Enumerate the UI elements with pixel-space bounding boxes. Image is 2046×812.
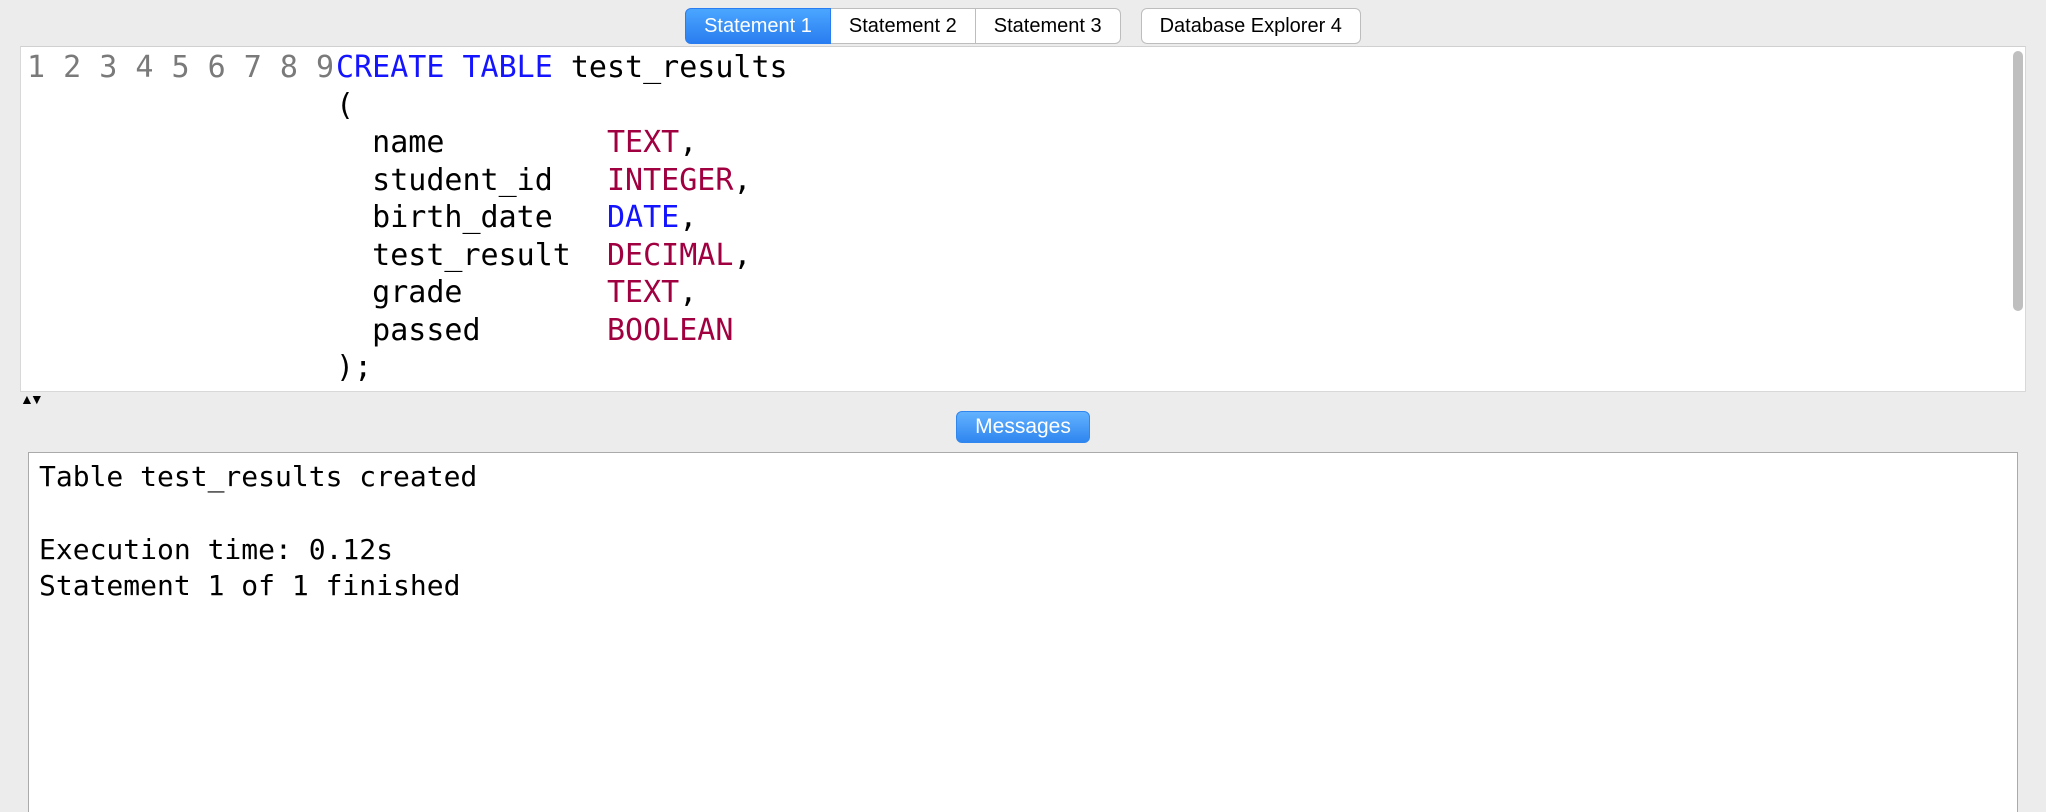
statement-tab-group: Statement 1 Statement 2 Statement 3 Data… — [685, 8, 1361, 44]
text-token: test_result — [336, 238, 607, 273]
app-root: Statement 1 Statement 2 Statement 3 Data… — [0, 0, 2046, 812]
keyword-token: DATE — [607, 200, 679, 235]
code-line: passed BOOLEAN — [336, 312, 2011, 350]
text-token: , — [733, 238, 751, 273]
code-line: grade TEXT, — [336, 274, 2011, 312]
tab-statement-1[interactable]: Statement 1 — [685, 8, 831, 44]
text-token: , — [679, 200, 697, 235]
text-token: , — [679, 275, 697, 310]
keyword-token: CREATE TABLE — [336, 50, 553, 85]
sql-code-area[interactable]: CREATE TABLE test_results( name TEXT, st… — [336, 47, 2011, 391]
type-token: INTEGER — [607, 163, 733, 198]
code-line: test_result DECIMAL, — [336, 237, 2011, 275]
editor-scrollbar[interactable] — [2011, 47, 2025, 391]
text-token: student_id — [336, 163, 607, 198]
type-token: DECIMAL — [607, 238, 733, 273]
type-token: BOOLEAN — [607, 313, 733, 348]
type-token: TEXT — [607, 125, 679, 160]
sql-editor[interactable]: 1 2 3 4 5 6 7 8 9 CREATE TABLE test_resu… — [20, 46, 2026, 392]
messages-panel[interactable]: Table test_results created Execution tim… — [28, 452, 2018, 812]
scroll-thumb[interactable] — [2013, 51, 2023, 311]
code-line: ); — [336, 349, 2011, 387]
text-token: grade — [336, 275, 607, 310]
pane-splitter[interactable]: ▲▼ — [20, 392, 2046, 406]
tab-statement-2[interactable]: Statement 2 — [831, 8, 976, 44]
splitter-grip-icon: ▲▼ — [20, 392, 40, 406]
text-token: , — [733, 163, 751, 198]
text-token: , — [679, 125, 697, 160]
statement-tabbar: Statement 1 Statement 2 Statement 3 Data… — [0, 0, 2046, 46]
code-line: name TEXT, — [336, 124, 2011, 162]
code-line: CREATE TABLE test_results — [336, 49, 2011, 87]
tab-statement-3[interactable]: Statement 3 — [976, 8, 1121, 44]
text-token: test_results — [553, 50, 788, 85]
code-line: birth_date DATE, — [336, 199, 2011, 237]
tab-messages[interactable]: Messages — [956, 411, 1090, 443]
results-tabbar: Messages — [0, 406, 2046, 448]
code-line: ( — [336, 87, 2011, 125]
code-line: student_id INTEGER, — [336, 162, 2011, 200]
type-token: TEXT — [607, 275, 679, 310]
tab-database-explorer[interactable]: Database Explorer 4 — [1141, 8, 1361, 44]
text-token: birth_date — [336, 200, 607, 235]
text-token: passed — [336, 313, 607, 348]
text-token: name — [336, 125, 607, 160]
line-gutter: 1 2 3 4 5 6 7 8 9 — [21, 47, 336, 391]
text-token: ); — [336, 350, 372, 385]
text-token: ( — [336, 88, 354, 123]
